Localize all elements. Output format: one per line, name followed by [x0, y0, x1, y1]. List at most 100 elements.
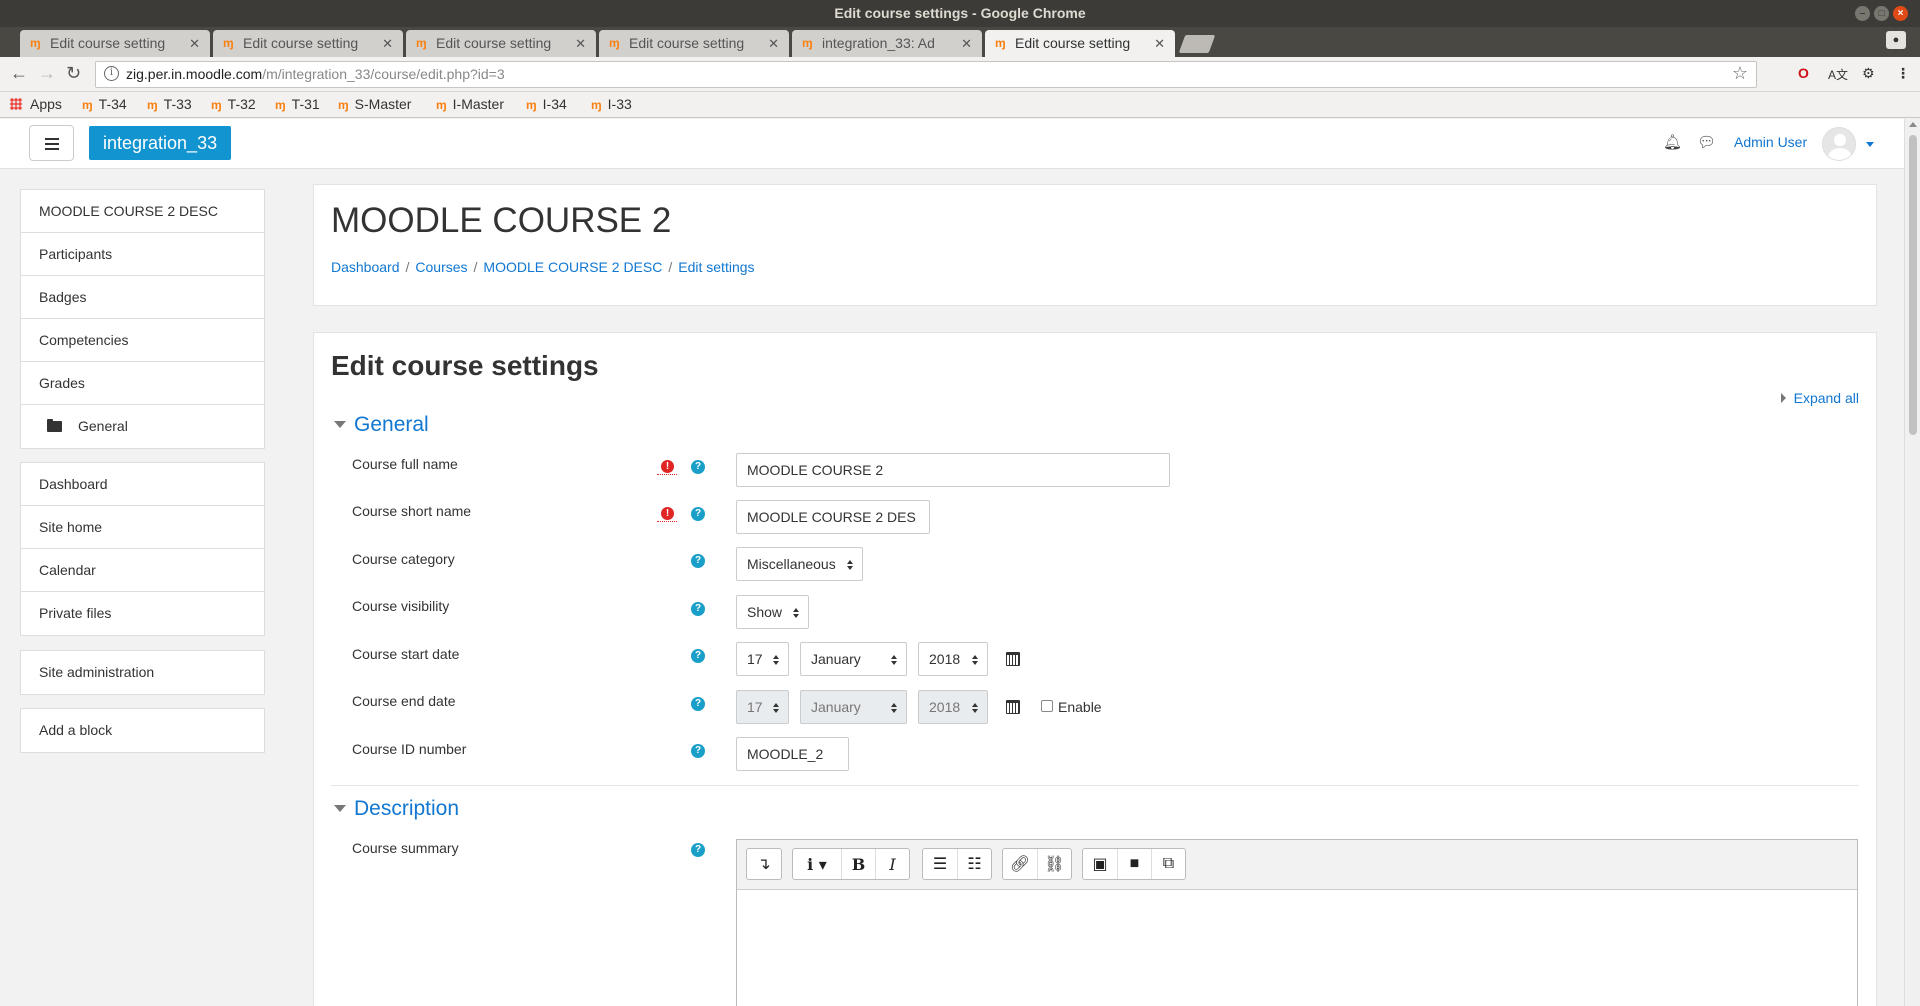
profile-icon[interactable]: ● [1886, 31, 1906, 49]
help-icon[interactable]: ? [691, 507, 705, 521]
bookmark-item[interactable]: ɱ T-32 [211, 96, 256, 112]
show-more-buttons-icon[interactable]: ↴ [747, 849, 781, 879]
enddate-enable-label[interactable]: Enable [1058, 699, 1102, 715]
section-general-toggle[interactable]: General [334, 413, 429, 437]
breadcrumb-dashboard[interactable]: Dashboard [331, 259, 400, 275]
info-icon[interactable]: i [104, 66, 119, 81]
help-icon[interactable]: ? [691, 554, 705, 568]
forward-arrow-icon[interactable]: → [38, 63, 56, 84]
browser-tab[interactable]: ɱ Edit course setting ✕ [213, 30, 403, 57]
startdate-day-select[interactable]: 17 [736, 642, 789, 676]
visibility-select[interactable]: Show [736, 595, 810, 629]
calendar-icon[interactable] [1006, 652, 1020, 666]
close-tab-icon[interactable]: ✕ [961, 30, 972, 57]
nav-course-home[interactable]: MOODLE COURSE 2 DESC [21, 190, 264, 233]
close-window-button[interactable]: × [1893, 6, 1908, 21]
help-icon[interactable]: ? [691, 744, 705, 758]
avatar[interactable] [1822, 127, 1856, 161]
close-tab-icon[interactable]: ✕ [575, 30, 586, 57]
bookmark-star-icon[interactable]: ☆ [1732, 63, 1748, 84]
bookmark-item[interactable]: ɱ I-Master [436, 96, 504, 112]
unlink-icon[interactable]: ⛓︎ [1037, 849, 1071, 879]
unordered-list-icon[interactable]: ☰ [923, 849, 957, 879]
site-brand[interactable]: integration_33 [89, 126, 232, 160]
close-tab-icon[interactable]: ✕ [1154, 30, 1165, 57]
bold-icon[interactable]: B [841, 849, 875, 879]
bookmark-item[interactable]: ɱ T-34 [82, 96, 127, 112]
help-icon[interactable]: ? [691, 460, 705, 474]
bookmark-apps[interactable]: Apps [10, 96, 62, 112]
nav-dashboard[interactable]: Dashboard [21, 463, 264, 506]
close-tab-icon[interactable]: ✕ [382, 30, 393, 57]
browser-tab[interactable]: ɱ Edit course setting ✕ [599, 30, 789, 57]
nav-add-a-block[interactable]: Add a block [21, 709, 264, 752]
address-bar[interactable]: i zig.per.in.moodle.com/m/integration_33… [95, 61, 1757, 88]
scrollbar-thumb[interactable] [1909, 135, 1917, 435]
page-scrollbar[interactable] [1904, 119, 1920, 1006]
paragraph-styles-icon[interactable]: i ▾ [793, 849, 841, 879]
startdate-month-select[interactable]: January [800, 642, 907, 676]
nav-badges[interactable]: Badges [21, 276, 264, 319]
new-tab-button[interactable] [1178, 35, 1216, 53]
enddate-year-select[interactable]: 2018 [918, 690, 988, 724]
user-menu-caret-icon[interactable] [1866, 142, 1874, 147]
expand-all-link[interactable]: Expand all [1780, 390, 1859, 406]
enddate-enable-checkbox[interactable] [1041, 700, 1053, 712]
bookmark-item[interactable]: ɱ T-33 [147, 96, 192, 112]
nav-calendar[interactable]: Calendar [21, 549, 264, 592]
nav-grades[interactable]: Grades [21, 362, 264, 405]
image-icon[interactable]: ▣ [1083, 849, 1117, 879]
help-icon[interactable]: ? [691, 697, 705, 711]
back-arrow-icon[interactable]: ← [10, 63, 28, 84]
maximize-button[interactable]: □ [1874, 6, 1889, 21]
help-icon[interactable]: ? [691, 649, 705, 663]
category-select[interactable]: Miscellaneous [736, 547, 863, 581]
shortname-input[interactable]: MOODLE COURSE 2 DES [736, 500, 930, 534]
idnumber-input[interactable]: MOODLE_2 [736, 737, 849, 771]
close-tab-icon[interactable]: ✕ [768, 30, 779, 57]
browser-tab[interactable]: ɱ Edit course setting ✕ [20, 30, 210, 57]
browser-tab[interactable]: ɱ Edit course setting ✕ [406, 30, 596, 57]
nav-participants[interactable]: Participants [21, 233, 264, 276]
summary-editor-content[interactable] [737, 890, 1857, 1006]
media-icon[interactable]: ■ [1117, 849, 1151, 879]
breadcrumb-edit-settings[interactable]: Edit settings [678, 259, 754, 275]
nav-site-administration[interactable]: Site administration [21, 651, 264, 694]
minimize-button[interactable]: – [1855, 6, 1870, 21]
messages-icon[interactable]: 💬︎ [1697, 133, 1716, 151]
bookmark-item[interactable]: ɱ S-Master [338, 96, 411, 112]
browser-tab[interactable]: ɱ integration_33: Ad ✕ [792, 30, 982, 57]
help-icon[interactable]: ? [691, 843, 705, 857]
fullname-input[interactable]: MOODLE COURSE 2 [736, 453, 1170, 487]
menu-dots-icon[interactable]: ⋮ [1896, 65, 1910, 82]
nav-private-files[interactable]: Private files [21, 592, 264, 635]
section-description-toggle[interactable]: Description [334, 797, 459, 821]
help-icon[interactable]: ? [691, 602, 705, 616]
nav-competencies[interactable]: Competencies [21, 319, 264, 362]
drawer-toggle-button[interactable] [29, 125, 74, 161]
startdate-year-select[interactable]: 2018 [918, 642, 988, 676]
reload-icon[interactable]: ↻ [66, 63, 81, 84]
breadcrumb-courses[interactable]: Courses [415, 259, 467, 275]
bookmark-item[interactable]: ɱ I-34 [526, 96, 567, 112]
nav-site-home[interactable]: Site home [21, 506, 264, 549]
bookmark-item[interactable]: ɱ T-31 [275, 96, 320, 112]
manage-files-icon[interactable]: ⧉ [1151, 849, 1185, 879]
notifications-bell-icon[interactable]: 🔔︎ [1663, 133, 1682, 151]
italic-icon[interactable]: I [875, 849, 909, 879]
extension-icon[interactable]: ⚙ [1862, 65, 1875, 82]
link-icon[interactable]: 🔗︎ [1003, 849, 1037, 879]
enddate-month-select[interactable]: January [800, 690, 907, 724]
nav-section-general[interactable]: General [21, 405, 264, 448]
scroll-up-icon[interactable] [1909, 122, 1917, 127]
opera-extension-icon[interactable]: O [1798, 65, 1809, 81]
breadcrumb-course[interactable]: MOODLE COURSE 2 DESC [483, 259, 662, 275]
enddate-day-select[interactable]: 17 [736, 690, 789, 724]
calendar-icon[interactable] [1006, 700, 1020, 714]
user-menu-name[interactable]: Admin User [1734, 134, 1807, 150]
close-tab-icon[interactable]: ✕ [189, 30, 200, 57]
browser-tab-active[interactable]: ɱ Edit course setting ✕ [985, 30, 1175, 57]
translate-extension-icon[interactable]: A文 [1828, 66, 1848, 83]
ordered-list-icon[interactable]: ☷ [957, 849, 991, 879]
bookmark-item[interactable]: ɱ I-33 [591, 96, 632, 112]
